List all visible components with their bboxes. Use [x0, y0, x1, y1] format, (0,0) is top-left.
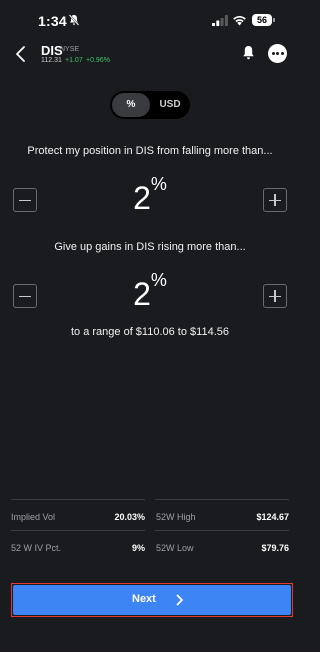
back-arrow-icon[interactable]: [14, 44, 28, 64]
gains-value-unit: %: [150, 270, 167, 290]
implied-vol-value: 20.03%: [114, 512, 145, 522]
protect-value-unit: %: [150, 174, 167, 194]
stats-divider: [11, 499, 145, 500]
gains-decrease-button[interactable]: [13, 284, 37, 308]
iv-percentile-value: 9%: [131, 543, 145, 553]
status-bar: 1:34 56: [0, 0, 300, 40]
more-dot-icon: [271, 52, 275, 55]
plus-icon-vertical: [274, 290, 276, 302]
low-52w-label: 52W Low: [156, 543, 194, 553]
protect-value: 2%: [100, 174, 200, 217]
iv-percentile-label: 52 W IV Pct.: [11, 543, 62, 553]
battery-cap: [273, 18, 275, 22]
unit-option-usd[interactable]: USD: [152, 93, 188, 117]
gains-increase-button[interactable]: [263, 284, 287, 308]
high-52w-value: $124.67: [256, 512, 289, 522]
protect-prompt: Protect my position in DIS from falling …: [27, 145, 273, 157]
unit-toggle: % USD: [110, 91, 190, 119]
ticker-price: 112.31: [41, 57, 62, 64]
stats-divider: [155, 530, 289, 531]
stats-divider: [155, 499, 289, 500]
bell-icon[interactable]: [241, 45, 256, 61]
chevron-right-icon: [176, 594, 183, 606]
battery-indicator: 56: [252, 14, 272, 26]
implied-vol-label: Implied Vol: [11, 512, 56, 522]
low-52w-value: $79.76: [261, 543, 289, 553]
gains-value-number: 2: [133, 276, 151, 312]
high-52w-label: 52W High: [156, 512, 196, 522]
range-text: to a range of $110.06 to $114.56: [70, 326, 229, 338]
plus-icon-vertical: [274, 194, 276, 206]
protect-decrease-button[interactable]: [13, 188, 37, 212]
next-button-label: Next: [132, 593, 156, 605]
stats-divider: [11, 530, 145, 531]
ticker-change-percent: +0.96%: [86, 57, 110, 64]
gains-prompt: Give up gains in DIS rising more than...: [54, 241, 246, 253]
more-dot-icon: [276, 52, 279, 55]
ticker-change: +1.07: [65, 57, 83, 64]
unit-option-percent[interactable]: %: [112, 93, 150, 117]
status-time: 1:34: [38, 13, 67, 29]
more-dot-icon: [280, 52, 284, 55]
gains-value: 2%: [100, 270, 200, 313]
protect-increase-button[interactable]: [263, 188, 287, 212]
more-options-button[interactable]: [268, 44, 287, 63]
minus-icon: [19, 295, 31, 297]
ticker-exchange: NYSE: [60, 46, 80, 53]
signal-icon: [212, 15, 228, 26]
bell-off-icon: [68, 14, 80, 26]
minus-icon: [19, 199, 31, 201]
wifi-icon: [233, 16, 246, 26]
screen: 1:34 56 DIS NYSE 112.31 +1.07 +0.96% % U…: [0, 0, 300, 652]
next-button[interactable]: Next: [13, 585, 291, 615]
protect-value-number: 2: [133, 180, 151, 216]
